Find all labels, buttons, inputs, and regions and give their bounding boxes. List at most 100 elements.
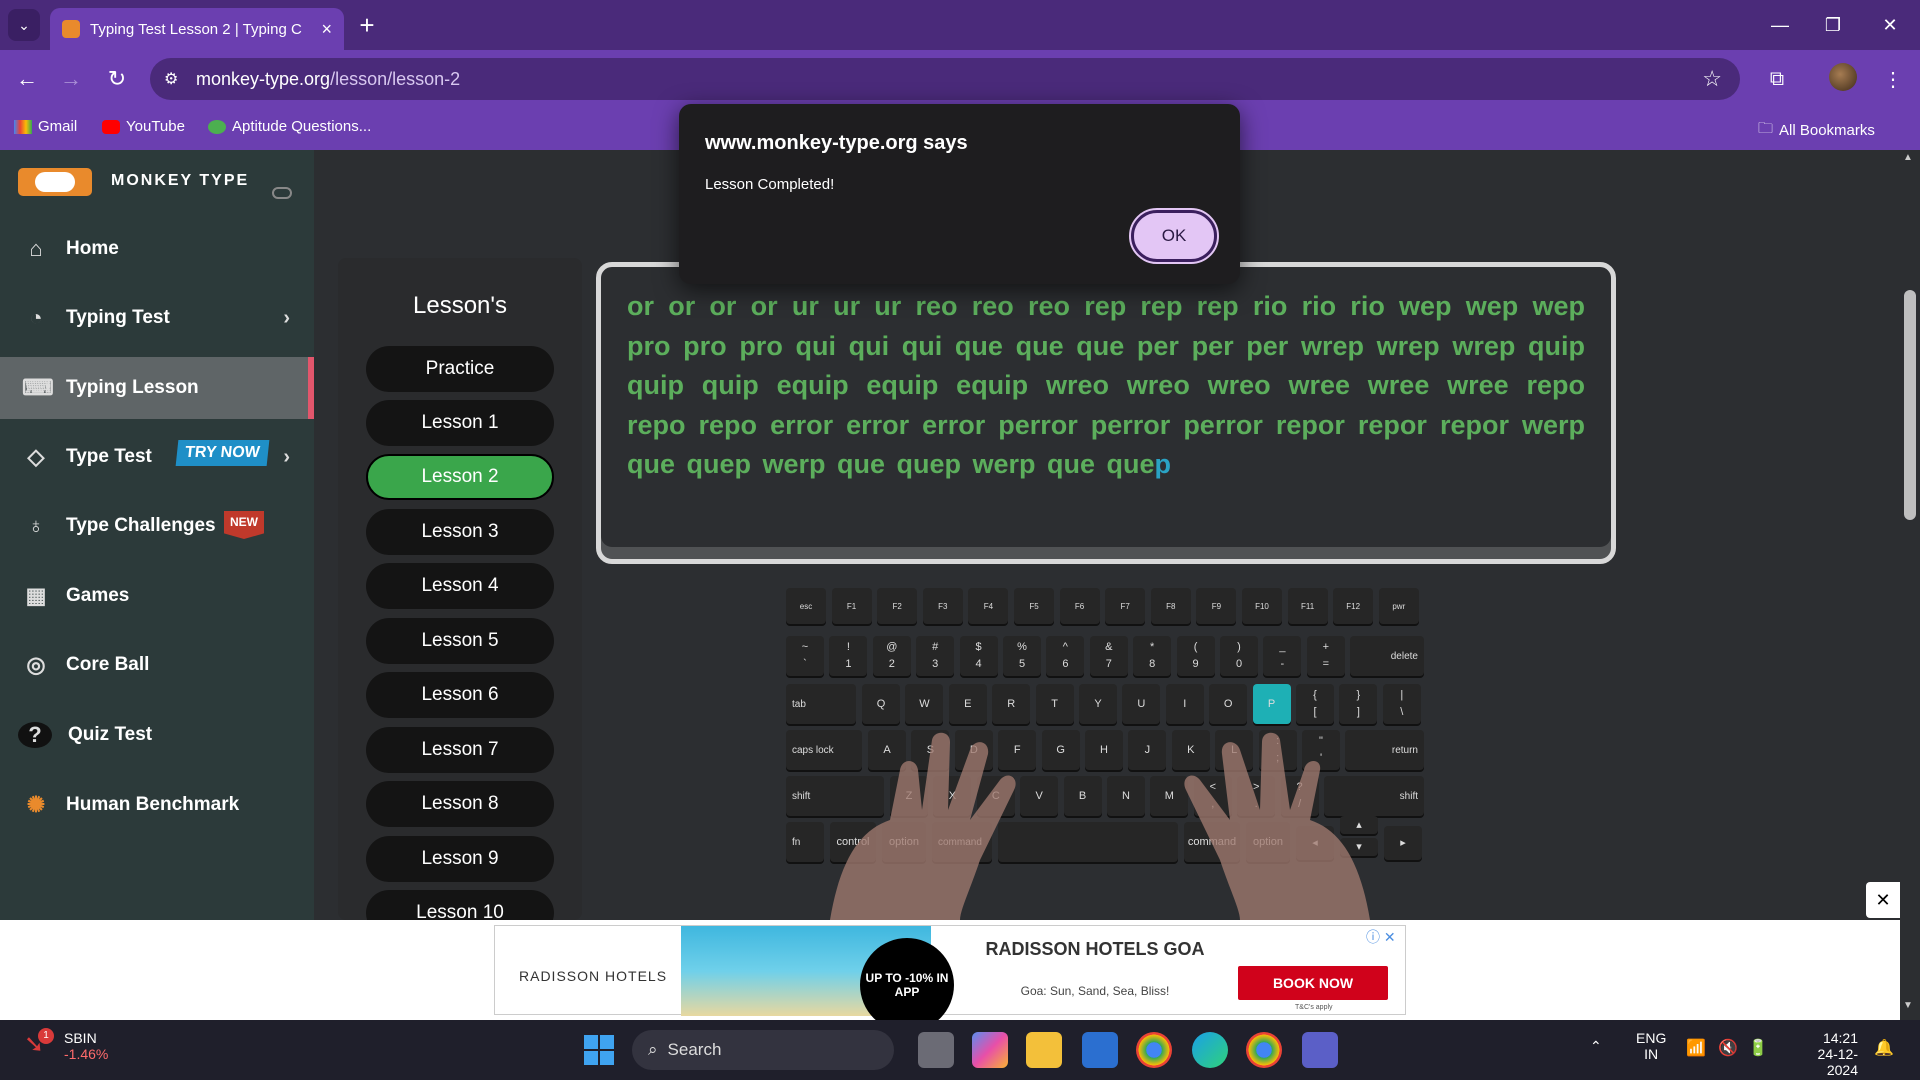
key-fn[interactable]: fn bbox=[786, 822, 824, 862]
clock[interactable]: 14:21 24-12-2024 bbox=[1788, 1030, 1858, 1078]
address-bar[interactable]: ⚙ monkey-type.org/lesson/lesson-2 ☆ bbox=[150, 58, 1740, 100]
lesson-7[interactable]: Lesson 7 bbox=[366, 727, 554, 773]
key-punct-a-1[interactable]: " ' bbox=[1302, 730, 1340, 770]
key-num-9[interactable]: ( 9 bbox=[1176, 636, 1215, 676]
key-option-left[interactable]: option bbox=[882, 822, 926, 862]
lesson-5[interactable]: Lesson 5 bbox=[366, 618, 554, 664]
sidebar-item-quiz-test[interactable]: ? Quiz Test bbox=[0, 704, 314, 766]
close-ad-icon[interactable]: ✕ bbox=[1866, 882, 1900, 918]
key-punct-z-2[interactable]: ? / bbox=[1280, 776, 1319, 816]
key-shift-left[interactable]: shift bbox=[786, 776, 884, 816]
lesson-6[interactable]: Lesson 6 bbox=[366, 672, 554, 718]
sidebar-item-typing-test[interactable]: ◔ Typing Test › bbox=[0, 287, 314, 349]
key-f3[interactable]: F3 bbox=[922, 588, 963, 624]
minimize-button[interactable]: — bbox=[1750, 0, 1810, 50]
bookmark-youtube[interactable]: YouTube bbox=[102, 118, 185, 135]
teams-icon[interactable] bbox=[1302, 1032, 1338, 1068]
chrome-icon[interactable] bbox=[1136, 1032, 1172, 1068]
key-d[interactable]: D bbox=[954, 730, 993, 770]
key-delete[interactable]: delete bbox=[1350, 636, 1424, 676]
key-f10[interactable]: F10 bbox=[1242, 588, 1282, 624]
key-num-0[interactable]: ~ ` bbox=[786, 636, 824, 676]
key-c[interactable]: C bbox=[976, 776, 1015, 816]
lesson-3[interactable]: Lesson 3 bbox=[366, 509, 554, 555]
key-f4[interactable]: F4 bbox=[968, 588, 1009, 624]
key-w[interactable]: W bbox=[905, 684, 944, 724]
sidebar-item-human-benchmark[interactable]: ✺ Human Benchmark bbox=[0, 774, 314, 836]
scroll-down-arrow-icon[interactable]: ▼ bbox=[1903, 1000, 1913, 1011]
key-punct-a-0[interactable]: : ; bbox=[1258, 730, 1297, 770]
key-num-4[interactable]: $ 4 bbox=[959, 636, 998, 676]
key-p[interactable]: P bbox=[1252, 684, 1291, 724]
key-f11[interactable]: F11 bbox=[1287, 588, 1328, 624]
sidebar-item-home[interactable]: ⌂ Home bbox=[0, 218, 314, 280]
dialog-ok-button[interactable]: OK bbox=[1129, 208, 1219, 264]
active-tab[interactable]: Typing Test Lesson 2 | Typing C × bbox=[50, 8, 344, 50]
sidebar-item-type-test[interactable]: ◇ Type Test TRY NOW › bbox=[0, 426, 314, 488]
key-g[interactable]: G bbox=[1041, 730, 1080, 770]
all-bookmarks[interactable]: 🗀 All Bookmarks bbox=[1758, 118, 1875, 143]
key-f1[interactable]: F1 bbox=[831, 588, 872, 624]
sidebar-item-core-ball[interactable]: ◎ Core Ball bbox=[0, 634, 314, 696]
key-num-10[interactable]: ) 0 bbox=[1220, 636, 1258, 676]
key-punct-z-1[interactable]: > . bbox=[1237, 776, 1276, 816]
key-f[interactable]: F bbox=[998, 730, 1037, 770]
key-v[interactable]: V bbox=[1020, 776, 1059, 816]
key-f2[interactable]: F2 bbox=[877, 588, 918, 624]
key-b[interactable]: B bbox=[1063, 776, 1102, 816]
key-bracket-2[interactable]: | \ bbox=[1382, 684, 1421, 724]
key-command-right[interactable]: command bbox=[1184, 822, 1240, 862]
key-r[interactable]: R bbox=[992, 684, 1031, 724]
forward-button[interactable]: → bbox=[56, 64, 86, 94]
taskbar-search[interactable]: ⌕ Search bbox=[632, 1030, 894, 1070]
extensions-icon[interactable]: ⧉ bbox=[1762, 64, 1792, 94]
key-arrow-right[interactable]: ▸ bbox=[1384, 826, 1422, 860]
back-button[interactable]: ← bbox=[12, 64, 42, 94]
ms-store-icon[interactable] bbox=[1082, 1032, 1118, 1068]
page-scrollbar[interactable] bbox=[1900, 150, 1920, 1020]
close-window-button[interactable]: ✕ bbox=[1860, 0, 1920, 50]
key-arrow-down[interactable]: ▾ bbox=[1340, 838, 1378, 856]
language-indicator[interactable]: ENG IN bbox=[1636, 1030, 1666, 1062]
lesson-4[interactable]: Lesson 4 bbox=[366, 563, 554, 609]
restore-button[interactable]: ❐ bbox=[1803, 0, 1863, 50]
ad-book-now-button[interactable]: BOOK NOW bbox=[1238, 966, 1388, 1000]
key-t[interactable]: T bbox=[1035, 684, 1074, 724]
key-arrow-up[interactable]: ▴ bbox=[1340, 816, 1378, 834]
key-k[interactable]: K bbox=[1171, 730, 1210, 770]
key-u[interactable]: U bbox=[1122, 684, 1161, 724]
bookmark-aptitude[interactable]: Aptitude Questions... bbox=[208, 118, 371, 135]
sidebar-item-games[interactable]: ▦ Games bbox=[0, 565, 314, 627]
key-num-1[interactable]: ! 1 bbox=[829, 636, 868, 676]
scroll-up-arrow-icon[interactable]: ▲ bbox=[1903, 152, 1913, 163]
theme-toggle[interactable] bbox=[272, 187, 292, 199]
lesson-practice[interactable]: Practice bbox=[366, 346, 554, 392]
key-e[interactable]: E bbox=[948, 684, 987, 724]
lesson-2[interactable]: Lesson 2 bbox=[366, 454, 554, 500]
bookmark-star-icon[interactable]: ☆ bbox=[1702, 66, 1722, 92]
key-num-2[interactable]: @ 2 bbox=[872, 636, 911, 676]
key-punct-z-0[interactable]: < , bbox=[1193, 776, 1232, 816]
scroll-thumb[interactable] bbox=[1904, 290, 1916, 520]
wifi-icon[interactable]: 📶 bbox=[1686, 1038, 1706, 1058]
key-f5[interactable]: F5 bbox=[1014, 588, 1054, 624]
key-num-6[interactable]: ^ 6 bbox=[1046, 636, 1085, 676]
chrome-profile-icon[interactable] bbox=[1246, 1032, 1282, 1068]
key-o[interactable]: O bbox=[1209, 684, 1248, 724]
key-return[interactable]: return bbox=[1345, 730, 1424, 770]
key-f9[interactable]: F9 bbox=[1196, 588, 1237, 624]
reload-button[interactable]: ↻ bbox=[102, 64, 132, 94]
typing-area[interactable]: or or or or ur ur ur reo reo reo rep rep… bbox=[596, 262, 1616, 564]
volume-muted-icon[interactable]: 🔇 bbox=[1718, 1038, 1738, 1058]
bookmark-gmail[interactable]: Gmail bbox=[14, 118, 77, 135]
key-f12[interactable]: F12 bbox=[1333, 588, 1374, 624]
ad-info-icon[interactable]: ⓘ ✕ bbox=[1366, 927, 1396, 947]
key-bracket-0[interactable]: { [ bbox=[1296, 684, 1334, 724]
key-num-5[interactable]: % 5 bbox=[1003, 636, 1041, 676]
profile-avatar[interactable] bbox=[1829, 63, 1857, 91]
key-num-11[interactable]: _ - bbox=[1263, 636, 1302, 676]
key-i[interactable]: I bbox=[1165, 684, 1204, 724]
key-num-8[interactable]: * 8 bbox=[1133, 636, 1172, 676]
key-s[interactable]: S bbox=[911, 730, 950, 770]
notification-bell-icon[interactable]: 🔔 bbox=[1874, 1038, 1894, 1058]
